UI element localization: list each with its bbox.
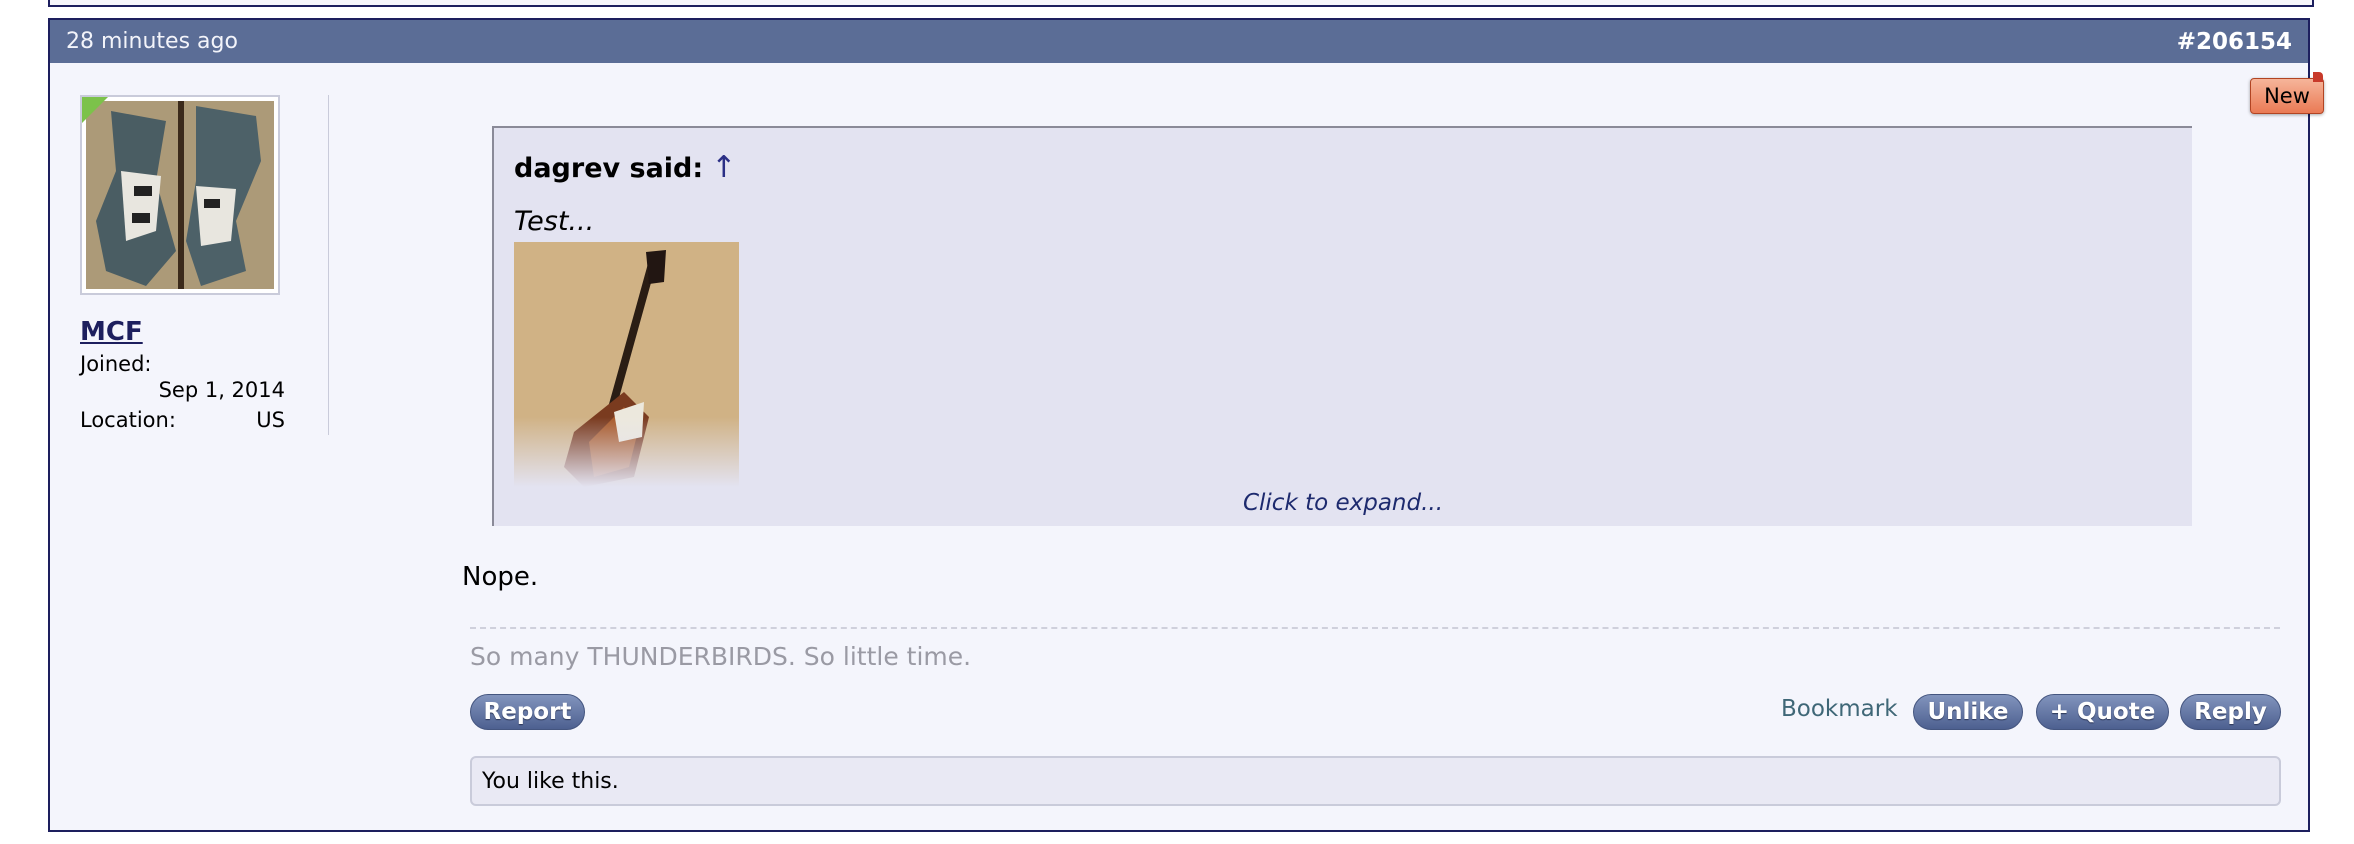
joined-label: Joined: <box>80 352 152 376</box>
quoted-guitar-image[interactable] <box>514 242 739 487</box>
user-info: MCF Joined: Sep 1, 2014 Location: US <box>80 95 310 433</box>
joined-value: Sep 1, 2014 <box>158 378 285 402</box>
quote-author-name: dagrev said: <box>514 153 704 184</box>
post-body-text: Nope. <box>462 562 539 592</box>
previous-post-edge <box>48 0 2314 7</box>
location-row: Location: US <box>80 407 285 433</box>
post-header: 28 minutes ago #206154 <box>50 20 2308 63</box>
username-link[interactable]: MCF <box>80 317 143 347</box>
signature-divider <box>470 627 2280 629</box>
forum-post: 28 minutes ago #206154 MCF Joined: Sep 1… <box>48 18 2310 832</box>
jump-to-quoted-post-arrow-icon[interactable]: ↑ <box>711 150 736 185</box>
bookmark-link[interactable]: Bookmark <box>1781 696 1898 722</box>
user-signature: So many THUNDERBIRDS. So little time. <box>470 642 972 671</box>
joined-row: Joined: Sep 1, 2014 <box>80 351 310 403</box>
badge-corner <box>2313 72 2323 82</box>
user-info-divider <box>328 95 329 435</box>
likes-summary: You like this. <box>470 756 2281 806</box>
quote-author: dagrev said: ↑ <box>514 150 736 185</box>
report-button[interactable]: Report <box>470 694 585 730</box>
avatar-image <box>86 101 274 289</box>
click-to-expand-link[interactable]: Click to expand... <box>494 490 2192 516</box>
new-post-badge: New <box>2250 78 2324 114</box>
quote-button[interactable]: + Quote <box>2036 694 2169 730</box>
quote-text: Test... <box>514 206 595 237</box>
post-number-link[interactable]: #206154 <box>2177 29 2292 55</box>
unlike-button[interactable]: Unlike <box>1913 694 2023 730</box>
avatar[interactable] <box>80 95 280 295</box>
post-timestamp[interactable]: 28 minutes ago <box>66 29 238 54</box>
location-value: US <box>256 408 285 432</box>
quote-block: dagrev said: ↑ Test... Click to expand... <box>492 126 2192 526</box>
reply-button[interactable]: Reply <box>2180 694 2281 730</box>
location-label: Location: <box>80 408 176 432</box>
image-fade-overlay <box>514 417 739 487</box>
online-indicator <box>82 97 108 123</box>
